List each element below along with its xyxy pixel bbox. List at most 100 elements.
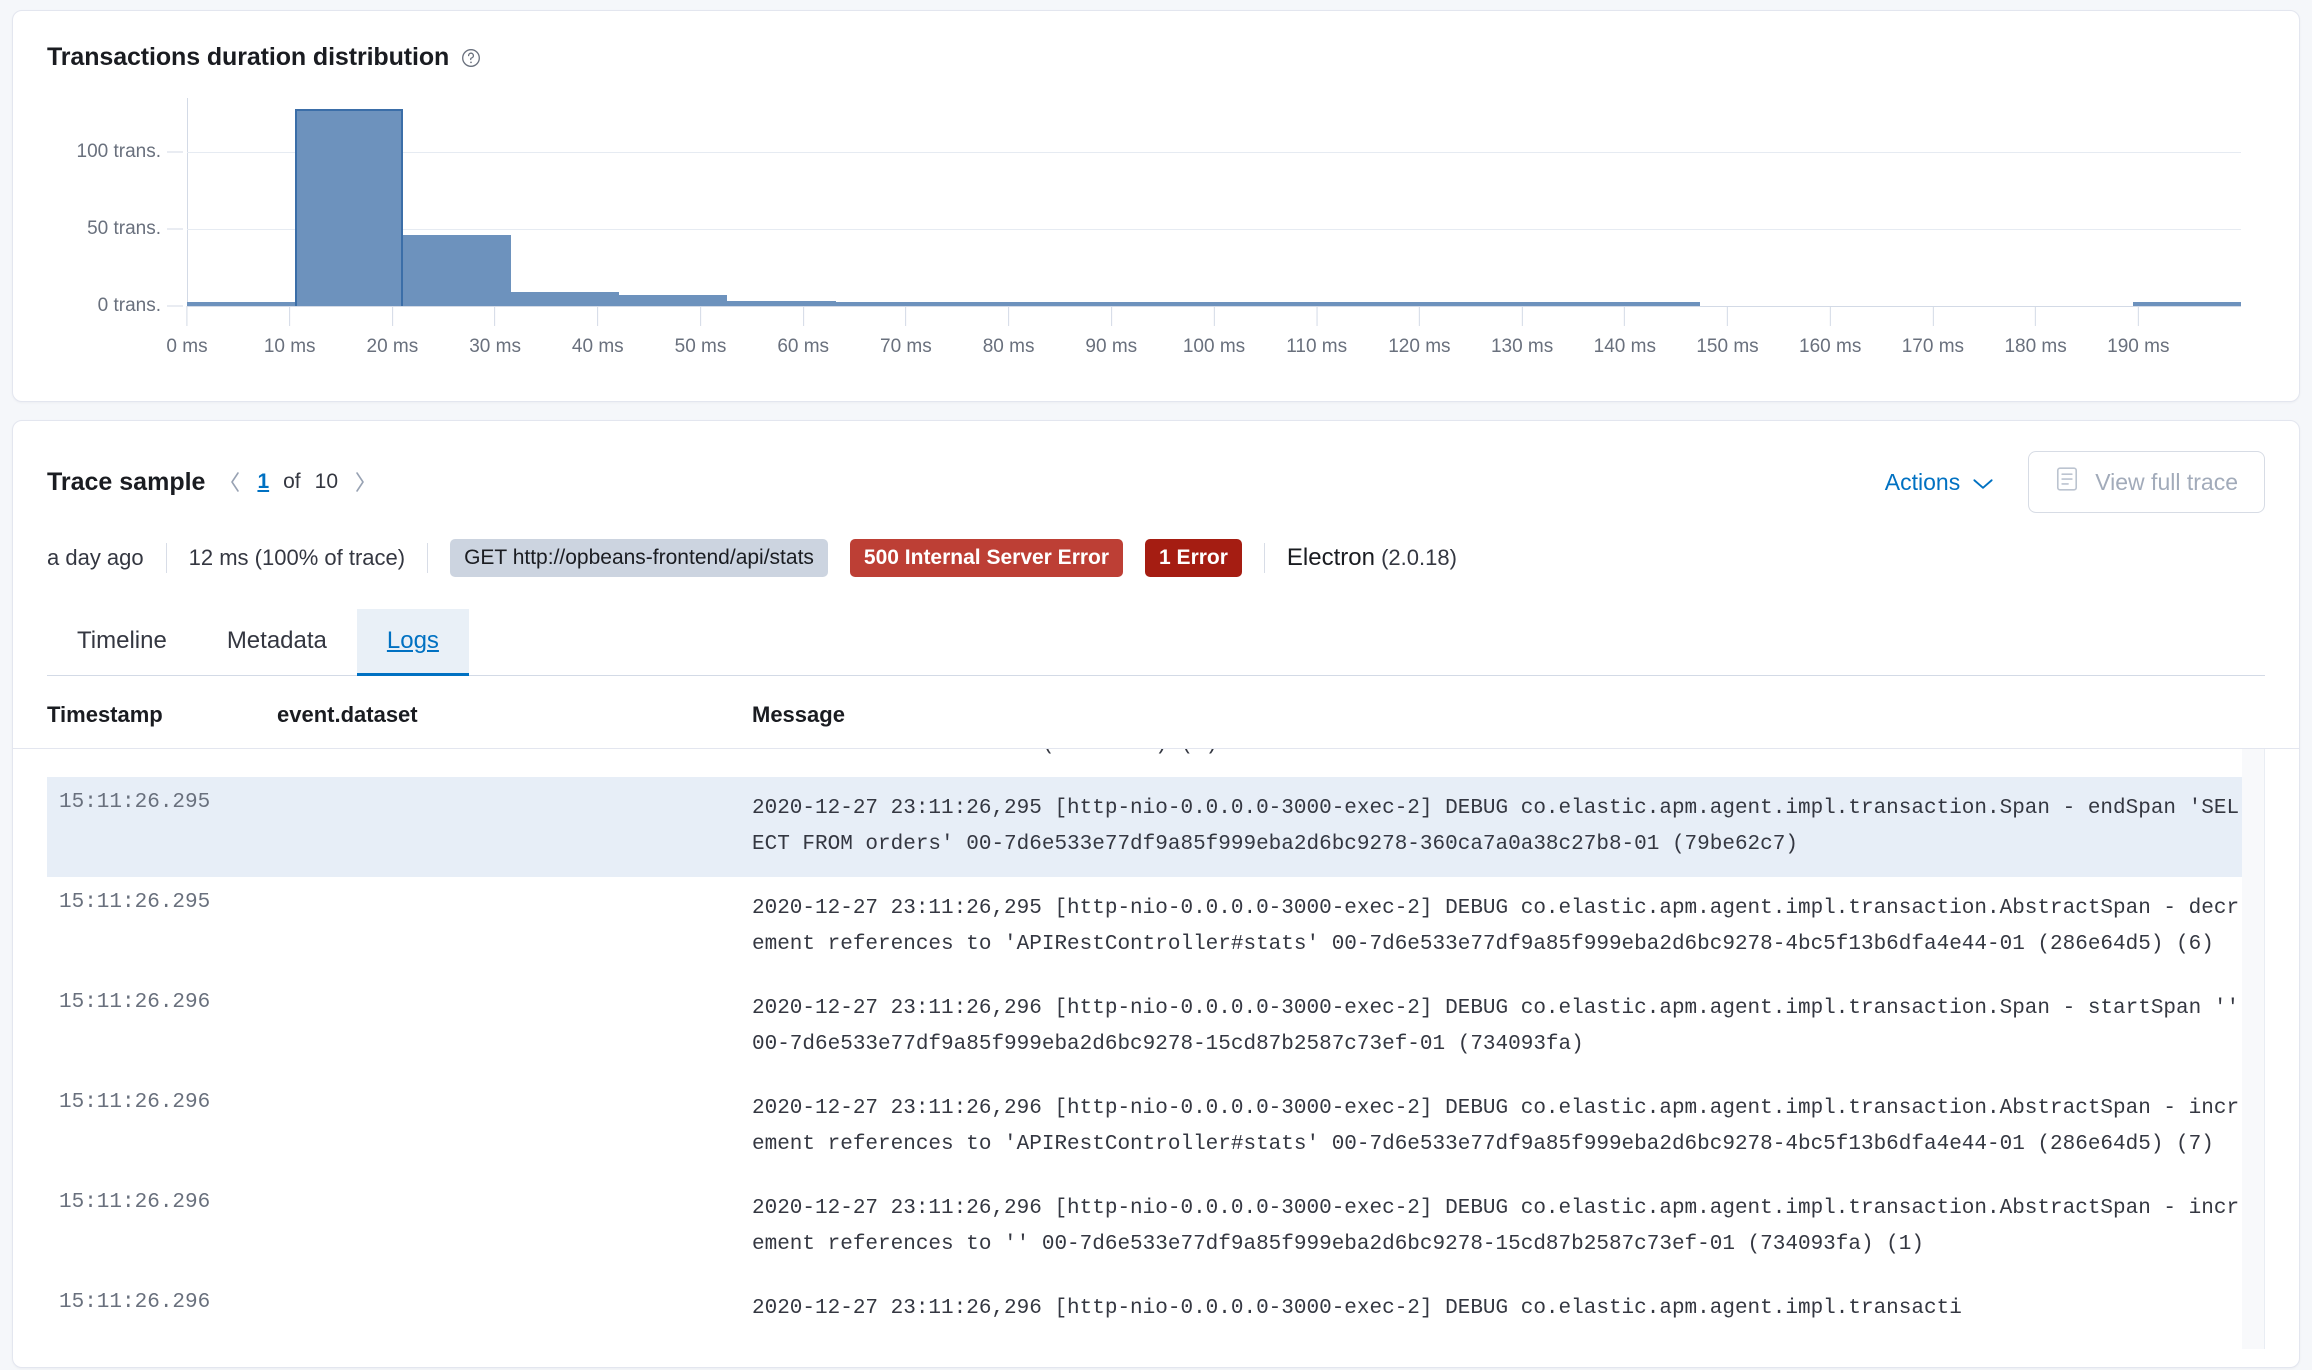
log-timestamp: 15:11:26.295	[59, 791, 211, 815]
x-tick-mark	[2035, 306, 2037, 326]
histogram-bar[interactable]	[403, 235, 512, 306]
chevron-left-icon[interactable]	[227, 469, 243, 495]
x-tick-mark	[905, 306, 907, 326]
x-tick-mark	[1213, 306, 1215, 326]
view-full-trace-label: View full trace	[2095, 468, 2238, 495]
x-tick-mark	[1727, 306, 1728, 326]
pager-current-page[interactable]: 1	[257, 470, 269, 494]
histogram-bars[interactable]	[187, 106, 2241, 306]
pager-of-label: of	[283, 470, 301, 493]
x-axis-label: 40 ms	[571, 336, 624, 357]
x-axis-tick: 60 ms	[777, 306, 829, 358]
logs-table-body[interactable]: 78-360ca7a0a38c27b8-01 (79be62c7) (1) 15…	[47, 749, 2265, 1350]
tab-metadata[interactable]: Metadata	[197, 609, 357, 675]
x-axis-label: 100 ms	[1182, 336, 1246, 357]
y-axis-label: 0 trans.	[97, 295, 161, 316]
log-message: 2020-12-27 23:11:26,295 [http-nio-0.0.0.…	[752, 897, 2240, 957]
trace-sample-title: Trace sample	[47, 467, 206, 496]
table-row-clipped[interactable]: 78-360ca7a0a38c27b8-01 (79be62c7) (1)	[47, 749, 2264, 777]
x-tick-mark	[1008, 306, 1010, 326]
x-axis-tick: 180 ms	[2004, 306, 2067, 358]
x-axis-tick: 90 ms	[1085, 306, 1137, 358]
x-tick-mark	[494, 306, 496, 326]
x-tick-mark	[597, 306, 599, 326]
agent-name: Electron	[1286, 544, 1375, 572]
column-header-message[interactable]: Message	[752, 702, 2265, 728]
logs-scrollbar-track[interactable]	[2242, 749, 2264, 1350]
column-header-event-dataset[interactable]: event.dataset	[277, 702, 752, 728]
x-axis-label: 180 ms	[2004, 336, 2067, 357]
view-full-trace-button[interactable]: View full trace	[2028, 451, 2265, 513]
actions-button-label: Actions	[1884, 468, 1961, 495]
log-timestamp: 15:11:26.296	[59, 1291, 211, 1315]
trace-sample-header: Trace sample 1 of 10 Actions View full t…	[13, 421, 2299, 513]
x-tick-mark	[289, 306, 291, 326]
trace-tabs: Timeline Metadata Logs	[47, 609, 2265, 677]
http-status-badge[interactable]: 500 Internal Server Error	[849, 539, 1124, 578]
x-tick-mark	[186, 306, 188, 326]
table-row[interactable]: 15:11:26.296 2020-12-27 23:11:26,296 [htt…	[47, 1177, 2264, 1277]
agent-info: Electron (2.0.18)	[1265, 544, 1479, 572]
x-axis-label: 190 ms	[2107, 336, 2170, 357]
x-tick-mark	[1418, 306, 1420, 326]
table-row[interactable]: 15:11:26.296 2020-12-27 23:11:26,296 [htt…	[47, 977, 2264, 1077]
chevron-down-icon	[1972, 469, 1994, 496]
histogram-bar[interactable]	[511, 292, 620, 306]
column-header-timestamp[interactable]: Timestamp	[47, 702, 277, 728]
x-axis-tick: 0 ms	[166, 306, 208, 358]
x-axis-label: 20 ms	[366, 336, 419, 357]
table-row[interactable]: 15:11:26.295 2020-12-27 23:11:26,295 [htt…	[47, 877, 2264, 977]
pager-total-pages: 10	[314, 470, 338, 493]
x-axis-tick: 100 ms	[1183, 306, 1245, 358]
x-tick-mark	[1624, 306, 1626, 326]
x-axis-tick: 10 ms	[264, 306, 316, 358]
log-message: 2020-12-27 23:11:26,296 [http-nio-0.0.0.…	[752, 1097, 2240, 1157]
x-axis-label: 160 ms	[1799, 336, 1862, 357]
trace-duration: 12 ms (100% of trace)	[188, 545, 406, 571]
table-row[interactable]: 15:11:26.296 2020-12-27 23:11:26,296 [htt…	[47, 1277, 2264, 1341]
x-axis-label: 30 ms	[469, 336, 521, 357]
logs-scrollbar-thumb[interactable]	[2245, 869, 2261, 1039]
table-row[interactable]: 15:11:26.296 2020-12-27 23:11:26,296 [htt…	[47, 1077, 2264, 1177]
x-axis-tick: 30 ms	[469, 306, 521, 358]
x-axis-label: 140 ms	[1593, 336, 1656, 357]
error-count-badge[interactable]: 1 Error	[1145, 539, 1242, 578]
question-circle-icon[interactable]	[461, 48, 481, 68]
distribution-header: Transactions duration distribution	[47, 43, 2265, 72]
log-message: 2020-12-27 23:11:26,295 [http-nio-0.0.0.…	[752, 797, 2240, 857]
table-row[interactable]: 15:11:26.295 2020-12-27 23:11:26,295 [htt…	[47, 777, 2264, 878]
x-tick-mark	[2137, 306, 2139, 326]
x-axis-label: 10 ms	[263, 336, 316, 357]
duration-histogram-chart[interactable]: 0 trans. 50 trans. 100 trans. 0 ms 10 ms 20 …	[47, 96, 2265, 366]
histogram-bar[interactable]	[619, 295, 728, 306]
x-tick-mark	[391, 306, 393, 326]
x-axis-tick: 20 ms	[366, 306, 419, 358]
x-axis-tick: 190 ms	[2107, 306, 2169, 358]
x-axis-ticks: 0 ms 10 ms 20 ms 30 ms 40 ms 50 ms 60 ms 70 ms 8…	[166, 306, 2241, 364]
x-tick-mark	[1110, 306, 1112, 326]
histogram-bar[interactable]	[295, 109, 404, 306]
x-axis-label: 60 ms	[777, 336, 830, 357]
x-axis-label: 80 ms	[982, 336, 1035, 357]
http-request-badge[interactable]: GET http://opbeans-frontend/api/stats	[450, 539, 828, 578]
transactions-duration-distribution-panel: Transactions duration distribution 0 tra…	[12, 10, 2300, 402]
x-axis-tick: 130 ms	[1491, 306, 1553, 358]
x-tick-mark	[1829, 306, 1831, 326]
x-axis-tick: 70 ms	[880, 306, 932, 358]
x-axis-tick: 50 ms	[674, 306, 727, 358]
actions-button[interactable]: Actions	[1885, 469, 1994, 496]
x-axis-label: 0 ms	[166, 336, 208, 357]
tab-timeline[interactable]: Timeline	[47, 609, 197, 675]
x-tick-mark	[1521, 306, 1523, 326]
tab-logs[interactable]: Logs	[356, 609, 469, 677]
chart-plot-area: 0 trans. 50 trans. 100 trans. 0 ms 10 ms 20 …	[77, 98, 2241, 357]
x-axis-label: 50 ms	[674, 336, 727, 357]
x-axis-label: 70 ms	[880, 336, 932, 357]
x-axis-label: 120 ms	[1388, 336, 1451, 357]
chevron-right-icon[interactable]	[352, 469, 368, 495]
request-badge-wrap: GET http://opbeans-frontend/api/stats	[428, 539, 850, 578]
x-axis-tick: 40 ms	[572, 306, 624, 358]
error-badge-wrap: 1 Error	[1123, 539, 1264, 578]
document-icon	[2055, 466, 2079, 498]
x-tick-mark	[1316, 306, 1318, 326]
